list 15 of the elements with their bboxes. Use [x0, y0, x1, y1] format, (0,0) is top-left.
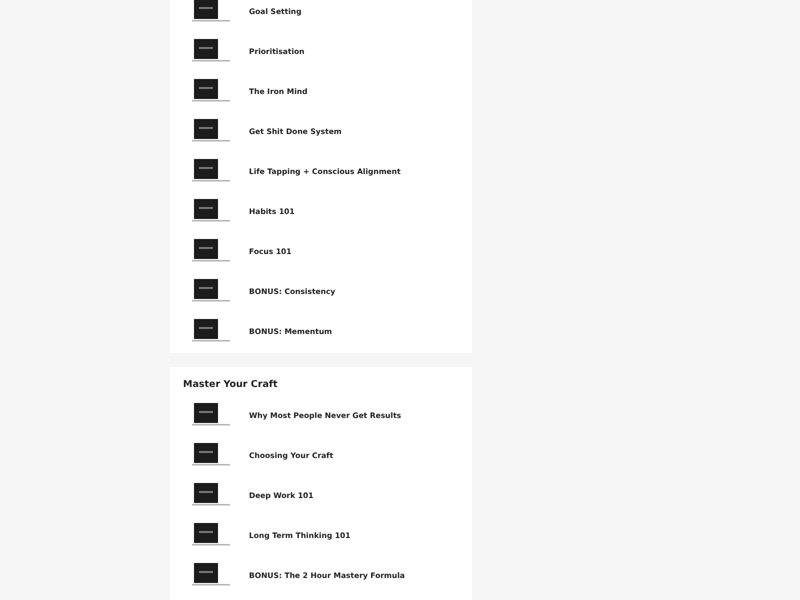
laptop-icon	[192, 482, 232, 508]
laptop-icon	[192, 562, 232, 588]
laptop-icon	[192, 238, 232, 264]
laptop-icon	[192, 522, 232, 548]
laptop-icon	[192, 198, 232, 224]
laptop-icon	[192, 78, 232, 104]
laptop-icon	[192, 278, 232, 304]
laptop-icon	[192, 0, 232, 24]
laptop-icon	[192, 318, 232, 344]
laptop-icon	[192, 118, 232, 144]
laptop-icon	[192, 38, 232, 64]
laptop-icon	[192, 442, 232, 468]
section-title: Master Your Craft	[183, 379, 279, 391]
laptop-icon	[192, 402, 232, 428]
laptop-icon	[192, 158, 232, 184]
